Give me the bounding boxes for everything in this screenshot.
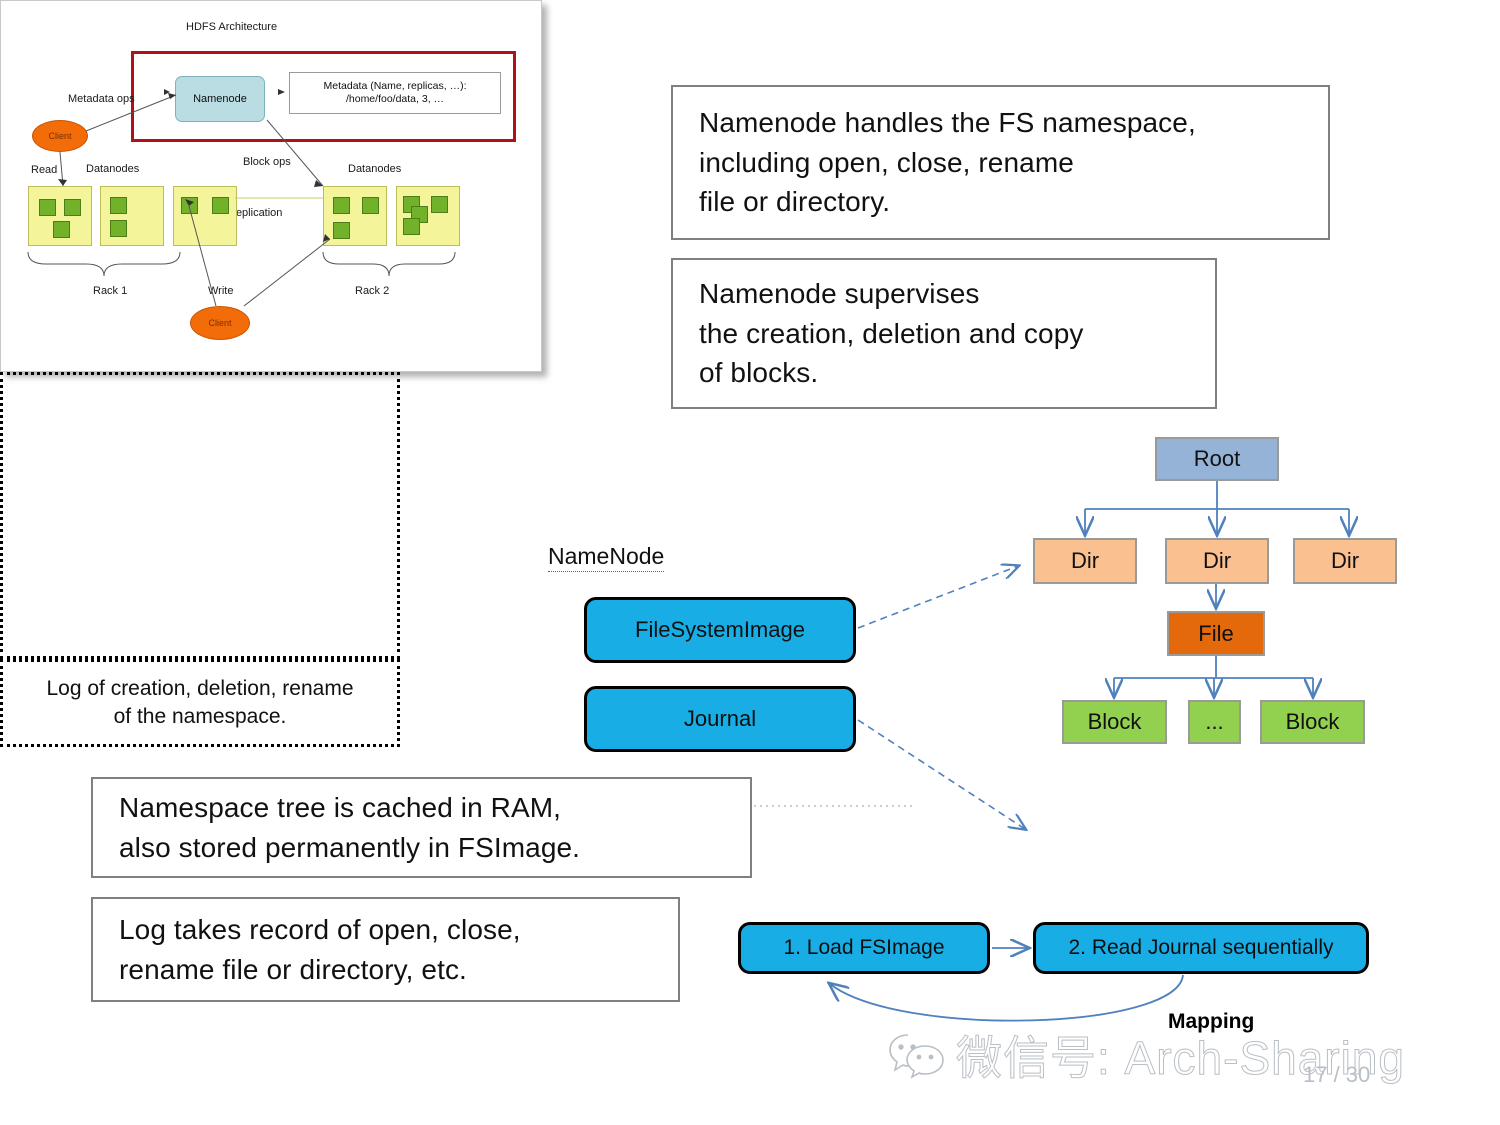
callout-namenode-supervises: Namenode supervises the creation, deleti… — [671, 258, 1217, 409]
namenode-group-title: NameNode — [548, 543, 665, 572]
callout-text: Log takes record of open, close, rename … — [119, 913, 521, 985]
tree-node-root: Root — [1155, 437, 1279, 481]
flow-step-read-journal: 2. Read Journal sequentially — [1033, 922, 1369, 974]
tree-node-file: File — [1167, 611, 1265, 656]
namenode-group-container — [0, 372, 400, 659]
tree-node-dir-3: Dir — [1293, 538, 1397, 584]
page-number: 17 / 30 — [1303, 1062, 1371, 1087]
tree-node-dir-2: Dir — [1165, 538, 1269, 584]
filesystemimage-box: FileSystemImage — [584, 597, 856, 663]
callout-text: Namenode handles the FS namespace, inclu… — [699, 106, 1196, 218]
callout-namenode-handles: Namenode handles the FS namespace, inclu… — [671, 85, 1330, 240]
hdfs-connectors — [27, 89, 456, 307]
callout-log-record: Log takes record of open, close, rename … — [91, 897, 680, 1002]
log-description-box: Log of creation, deletion, rename of the… — [0, 659, 400, 747]
callout-text: Namenode supervises the creation, deleti… — [699, 277, 1084, 389]
callout-text: Namespace tree is cached in RAM, also st… — [119, 791, 581, 863]
callout-namespace-tree-ram: Namespace tree is cached in RAM, also st… — [91, 777, 752, 878]
tree-node-block-ellipsis: ... — [1188, 700, 1241, 744]
tree-node-dir-1: Dir — [1033, 538, 1137, 584]
tree-node-block-1: Block — [1062, 700, 1167, 744]
tree-node-block-2: Block — [1260, 700, 1365, 744]
hdfs-architecture-image: HDFS Architecture Namenode Metadata (Nam… — [0, 0, 542, 372]
journal-box: Journal — [584, 686, 856, 752]
wechat-icon — [889, 1034, 944, 1079]
flow-step-load-fsimage: 1. Load FSImage — [738, 922, 990, 974]
